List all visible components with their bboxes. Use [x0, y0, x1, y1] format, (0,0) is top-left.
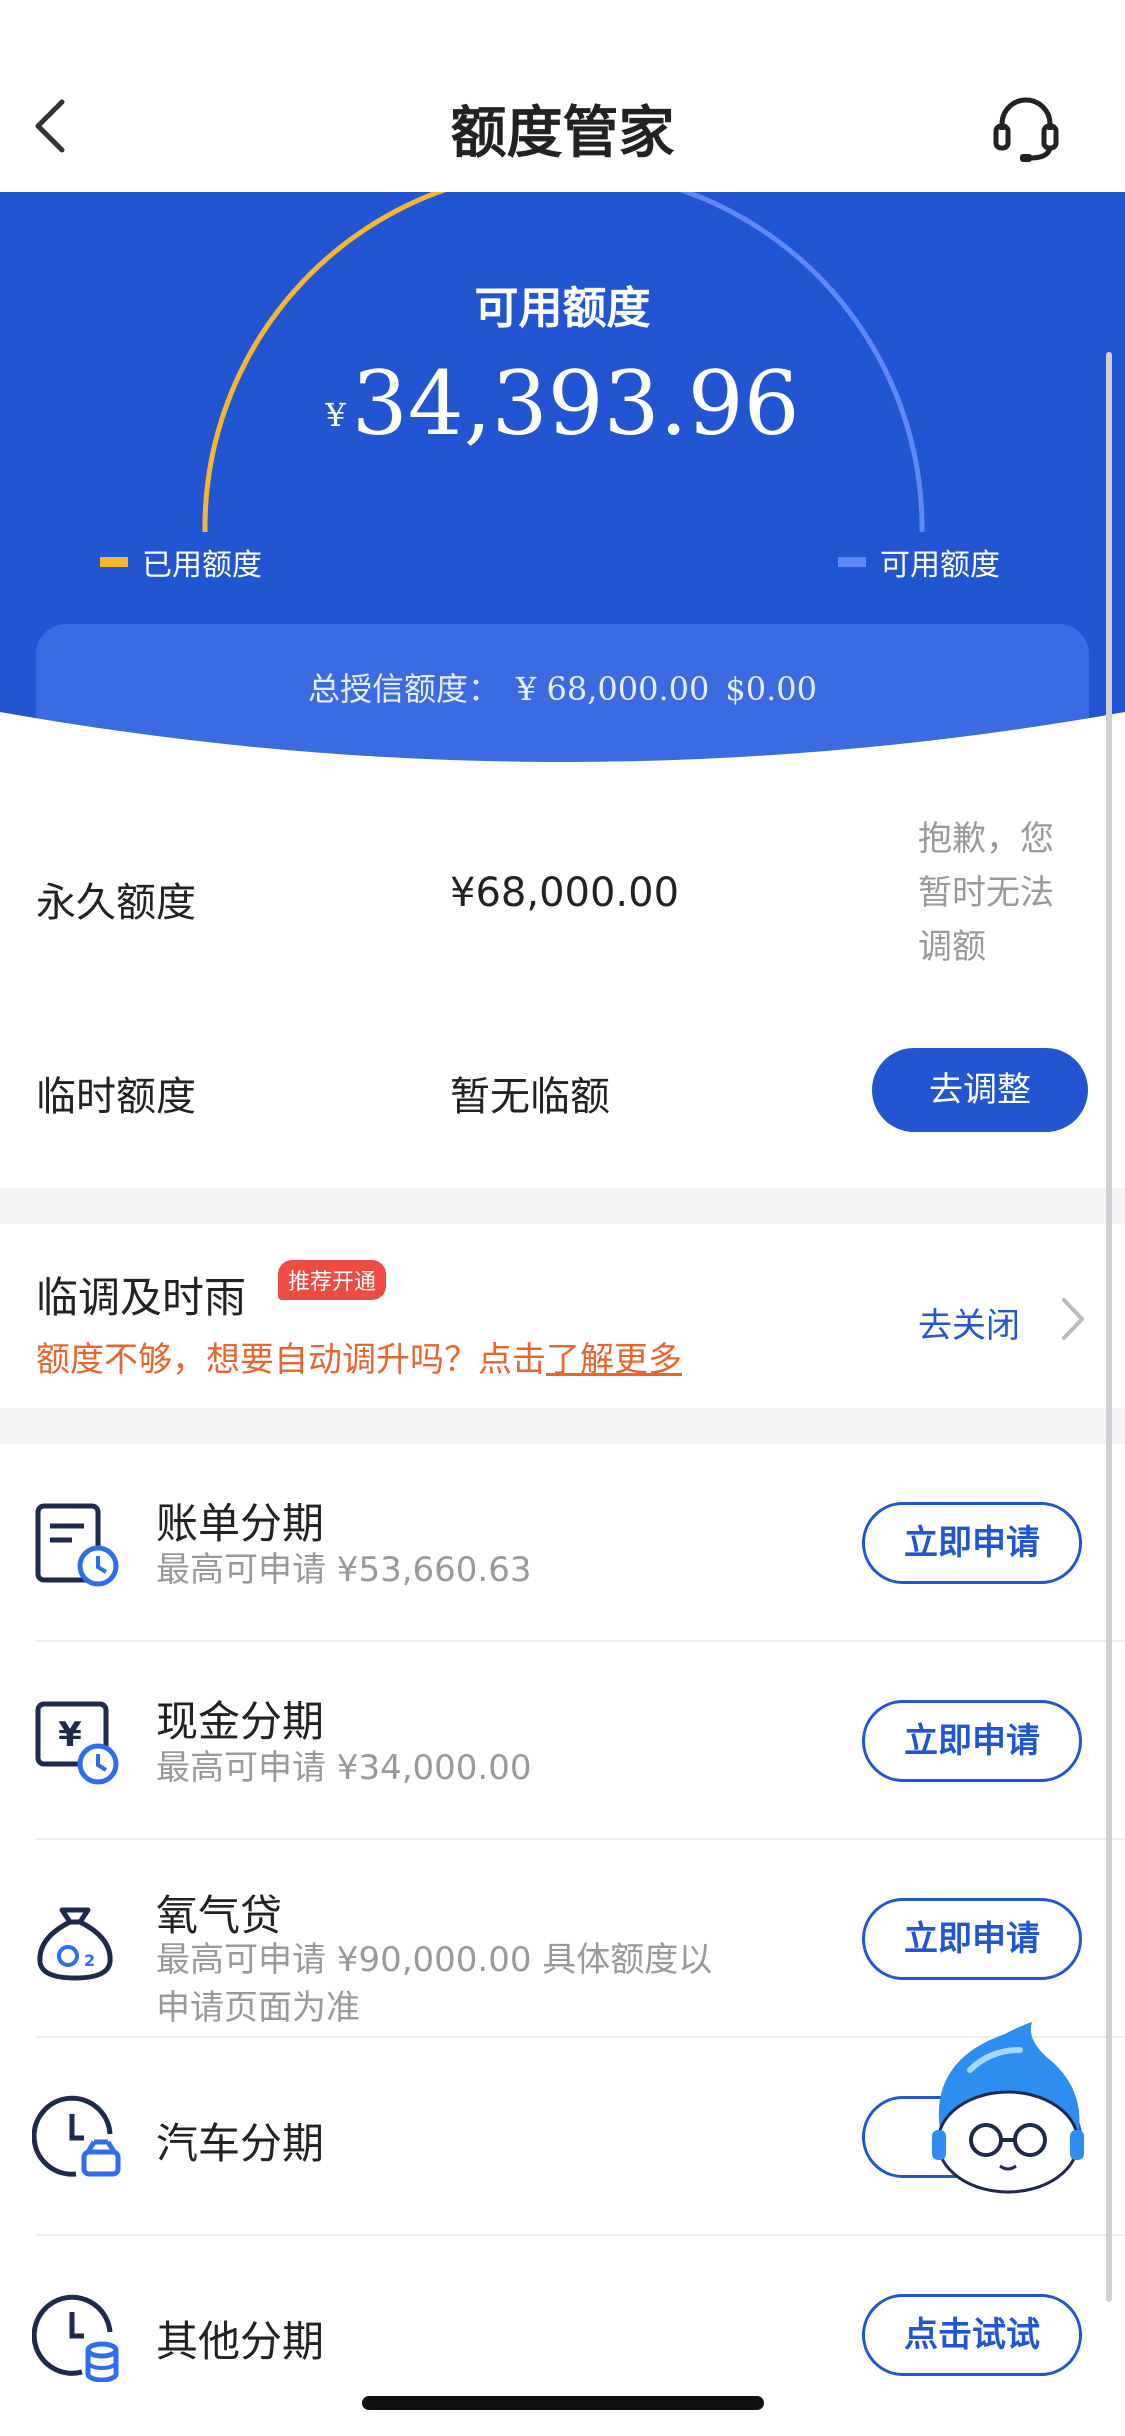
- other-installment-icon: [32, 2294, 119, 2382]
- learn-more-link[interactable]: 了解更多: [546, 1340, 682, 1380]
- permanent-quota-note: 抱歉，您暂时无法调额: [918, 819, 1054, 967]
- product-limit: 最高可申请 ¥34,000.00: [156, 1748, 532, 1788]
- product-row-cash-installment: ¥ 现金分期 最高可申请 ¥34,000.00 立即申请: [0, 1642, 1125, 1840]
- headset-icon[interactable]: [990, 92, 1062, 164]
- available-credit-amount: ¥34,393.96: [0, 352, 1125, 455]
- product-row-oxygen-loan: 2 氧气贷 最高可申请 ¥90,000.00 具体额度以申请页面为准 立即申请: [0, 1840, 1125, 2038]
- adjust-button[interactable]: 去调整: [872, 1048, 1088, 1132]
- mascot-assistant-icon[interactable]: [910, 2020, 1100, 2200]
- product-name: 现金分期: [156, 1697, 325, 1746]
- product-name: 账单分期: [156, 1499, 325, 1548]
- legend-available-label: 可用额度: [880, 548, 1000, 583]
- recommend-badge: 推荐开通: [278, 1260, 387, 1300]
- available-credit-title: 可用额度: [474, 283, 651, 334]
- section-divider: [0, 1408, 1125, 1444]
- legend-used-label: 已用额度: [142, 548, 262, 583]
- product-limit: 最高可申请 ¥53,660.63: [156, 1550, 532, 1590]
- apply-button[interactable]: 立即申请: [862, 1700, 1082, 1782]
- auto-adjust-title: 临调及时雨: [36, 1273, 247, 1322]
- temporary-quota-row: 临时额度 暂无临额 去调整: [0, 1040, 1125, 1140]
- total-credit-cny: ¥ 68,000.00: [516, 670, 710, 708]
- permanent-quota-value: ¥68,000.00: [450, 870, 680, 916]
- total-credit-usd: $0.00: [725, 670, 817, 708]
- product-limit: 最高可申请 ¥90,000.00 具体额度以申请页面为准: [156, 1940, 713, 2028]
- available-credit-panel: 可用额度 ¥34,393.96 已用额度 可用额度 总授信额度： ¥ 68,000…: [0, 192, 1125, 772]
- legend-available-swatch: [838, 557, 866, 567]
- svg-text:¥: ¥: [58, 1715, 82, 1755]
- apply-button[interactable]: 立即申请: [862, 1898, 1082, 1980]
- nav-bar: 额度管家: [0, 0, 1125, 192]
- money-bag-icon: 2: [37, 1907, 113, 1981]
- chevron-right-icon[interactable]: [1058, 1296, 1088, 1342]
- permanent-quota-row: 永久额度 ¥68,000.00 抱歉，您暂时无法调额: [0, 812, 1125, 978]
- hero-bottom-curve: [0, 712, 1125, 772]
- page-title: 额度管家: [450, 101, 675, 166]
- auto-adjust-subtitle-text: 额度不够，想要自动调升吗？点击: [36, 1340, 546, 1380]
- product-row-bill-installment: 账单分期 最高可申请 ¥53,660.63 立即申请: [0, 1444, 1125, 1642]
- auto-adjust-subtitle: 额度不够，想要自动调升吗？点击了解更多: [36, 1332, 682, 1381]
- car-installment-icon: [32, 2095, 121, 2177]
- temporary-quota-value: 暂无临额: [450, 1074, 610, 1120]
- cash-installment-icon: ¥: [35, 1701, 119, 1785]
- total-credit-label: 总授信额度：: [307, 670, 500, 708]
- scrollbar[interactable]: [1106, 352, 1112, 2302]
- permanent-quota-label: 永久额度: [36, 880, 196, 926]
- amount-value: 34,393.96: [351, 352, 800, 455]
- close-auto-adjust-button[interactable]: 去关闭: [918, 1298, 1020, 1347]
- product-name: 汽车分期: [156, 2119, 325, 2168]
- currency-symbol: ¥: [325, 396, 346, 434]
- legend-available: 可用额度: [838, 540, 1000, 584]
- svg-text:2: 2: [84, 1951, 95, 1970]
- apply-button[interactable]: 立即申请: [862, 1502, 1082, 1584]
- section-divider: [0, 1188, 1125, 1224]
- temporary-quota-label: 临时额度: [36, 1074, 196, 1120]
- product-name: 氧气贷: [156, 1891, 283, 1940]
- legend-used-swatch: [100, 557, 128, 567]
- legend-used: 已用额度: [100, 540, 262, 584]
- home-indicator[interactable]: [362, 2396, 764, 2410]
- total-credit-line: 总授信额度： ¥ 68,000.00 $0.00: [36, 664, 1089, 710]
- product-name: 其他分期: [156, 2317, 325, 2366]
- apply-button[interactable]: 点击试试: [862, 2294, 1082, 2376]
- bill-installment-icon: [35, 1503, 119, 1587]
